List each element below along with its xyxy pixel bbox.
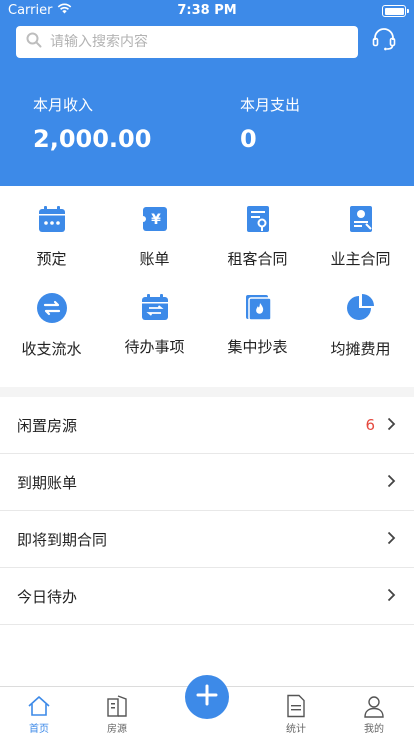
search-input[interactable] [50, 34, 340, 50]
transfer-icon [35, 292, 69, 324]
tab-mine[interactable]: 我的 [339, 687, 409, 736]
count-badge: 6 [365, 416, 375, 434]
list-item-title: 今日待办 [17, 587, 78, 606]
grid-item-tenant-contract[interactable]: 租客合同 [206, 186, 309, 268]
tab-rooms-label: 房源 [107, 724, 127, 735]
list-item-vacant-rooms[interactable]: 闲置房源 6 [0, 397, 414, 454]
grid-label-meter-reading: 集中抄表 [227, 338, 288, 356]
headset-icon [371, 26, 397, 56]
income-value: 2,000.00 [33, 125, 152, 153]
grid-item-cashflow[interactable]: 收支流水 [0, 274, 103, 358]
chevron-right-icon [387, 473, 396, 492]
grid-label-booking: 预定 [36, 250, 67, 268]
status-bar: Carrier 7:38 PM [0, 0, 414, 22]
list-item-title: 即将到期合同 [17, 530, 108, 549]
chevron-right-icon [387, 530, 396, 549]
document-icon [283, 693, 309, 719]
income-label: 本月收入 [33, 96, 94, 114]
calendar-icon [35, 204, 69, 234]
home-icon [26, 693, 52, 719]
search-bar[interactable] [16, 26, 358, 58]
todo-calendar-icon [138, 292, 172, 322]
tab-mine-label: 我的 [364, 724, 384, 735]
list-item-title: 到期账单 [17, 473, 78, 492]
building-icon [104, 693, 130, 719]
list-item-expiring-contracts[interactable]: 即将到期合同 [0, 511, 414, 568]
grid-item-meter-reading[interactable]: 集中抄表 [206, 274, 309, 356]
grid-label-shared-costs: 均摊费用 [330, 340, 391, 358]
tab-home[interactable]: 首页 [4, 687, 74, 736]
expense-summary[interactable]: 本月支出 0 [240, 94, 300, 153]
plus-icon [195, 683, 219, 711]
tab-stats-label: 统计 [286, 724, 306, 735]
grid-label-bills: 账单 [139, 250, 170, 268]
search-icon [26, 32, 42, 52]
grid-item-booking[interactable]: 预定 [0, 186, 103, 268]
grid-item-todo[interactable]: 待办事项 [103, 274, 206, 356]
tab-rooms[interactable]: 房源 [82, 687, 152, 736]
tab-stats[interactable]: 统计 [261, 687, 331, 736]
summary-list: 闲置房源 6 到期账单 即将到期合同 今日待办 [0, 397, 414, 625]
grid-item-shared-costs[interactable]: 均摊费用 [309, 274, 412, 358]
expense-label: 本月支出 [240, 96, 301, 114]
bill-icon: ¥ [138, 204, 172, 234]
grid-label-owner-contract: 业主合同 [330, 250, 391, 268]
list-item-title: 闲置房源 [17, 416, 78, 435]
grid-item-owner-contract[interactable]: 业主合同 [309, 186, 412, 268]
grid-label-tenant-contract: 租客合同 [227, 250, 288, 268]
bottom-tab-bar: 首页 房源 统计 我的 [0, 675, 414, 736]
tab-home-label: 首页 [29, 724, 49, 735]
income-summary[interactable]: 本月收入 2,000.00 [33, 94, 151, 153]
chevron-right-icon [387, 587, 396, 606]
grid-label-todo: 待办事项 [124, 338, 185, 356]
list-item-due-bills[interactable]: 到期账单 [0, 454, 414, 511]
grid-label-cashflow: 收支流水 [21, 340, 82, 358]
svg-text:¥: ¥ [151, 212, 161, 228]
customer-service-button[interactable] [369, 26, 399, 56]
feature-grid: 预定 ¥ 账单 租客合同 业主合同 收支流水 待办事项 集中抄表 均摊费用 [0, 186, 414, 386]
person-icon [361, 693, 387, 719]
header-banner: Carrier 7:38 PM 本月收入 2,000.00 本月支出 0 [0, 0, 414, 186]
battery-icon [382, 5, 409, 17]
chevron-right-icon [387, 416, 396, 435]
expense-value: 0 [240, 125, 257, 153]
section-divider [0, 387, 414, 397]
pie-chart-icon [344, 292, 378, 324]
clock: 7:38 PM [177, 3, 237, 18]
add-button[interactable] [185, 675, 229, 719]
list-item-today-todo[interactable]: 今日待办 [0, 568, 414, 625]
tenant-contract-icon [241, 204, 275, 234]
meter-icon [241, 292, 275, 322]
grid-item-bills[interactable]: ¥ 账单 [103, 186, 206, 268]
owner-contract-icon [344, 204, 378, 234]
